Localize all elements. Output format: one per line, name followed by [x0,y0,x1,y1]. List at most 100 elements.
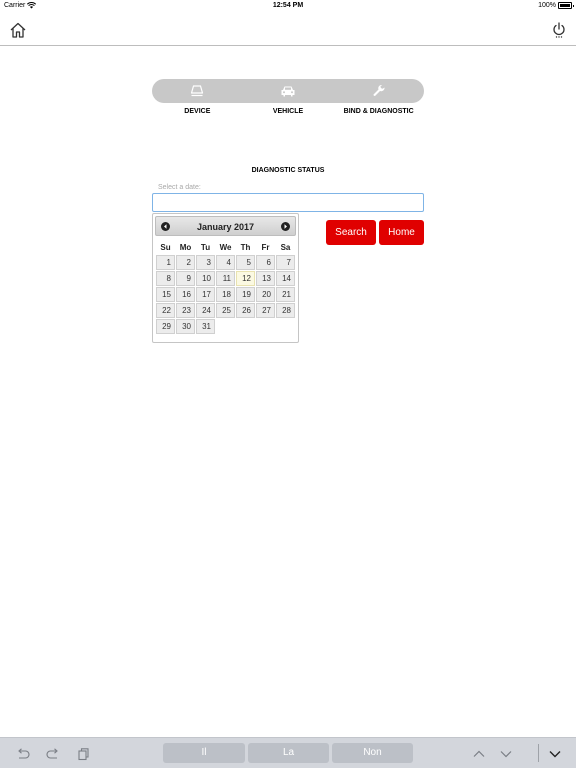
weekday-header: Su [160,242,171,252]
keyboard-assistant-bar: Il La Non [0,737,576,768]
day-cell[interactable]: 28 [276,303,295,318]
app-screen: Carrier 12:54 PM 100% DEVICE VEHICLE BIN… [0,0,576,768]
day-cell[interactable]: 16 [176,287,195,302]
day-cell[interactable]: 19 [236,287,255,302]
tab-bind-diagnostic[interactable] [333,79,424,103]
day-cell-today[interactable]: 12 [236,271,255,286]
day-cell-slot: 12 [236,271,255,286]
weekday-header: Sa [280,242,291,252]
day-cell[interactable]: 25 [216,303,235,318]
day-cell-slot: 27 [256,303,275,318]
day-cell-slot: 22 [156,303,175,318]
clock: 12:54 PM [272,2,304,9]
day-cell[interactable]: 1 [156,255,175,270]
chevron-up-icon[interactable] [472,747,486,761]
wrench-icon [373,84,385,97]
day-cell-slot: 15 [156,287,175,302]
day-cell-slot: 14 [276,271,295,286]
day-cell[interactable]: 7 [276,255,295,270]
day-cell-slot: 1 [156,255,175,270]
day-cell-slot: 11 [216,271,235,286]
dismiss-keyboard-icon[interactable] [548,747,562,761]
day-cell[interactable]: 3 [196,255,215,270]
day-cell[interactable]: 8 [156,271,175,286]
date-field-label: Select a date: [158,184,201,191]
day-cell-slot: 24 [196,303,215,318]
day-cell-slot: 17 [196,287,215,302]
day-cell-slot: 13 [256,271,275,286]
week-row: 8 9 10 11 12 13 14 [156,271,295,286]
tab-vehicle[interactable] [243,79,334,103]
day-cell[interactable]: 17 [196,287,215,302]
day-cell[interactable]: 21 [276,287,295,302]
day-cell[interactable]: 9 [176,271,195,286]
home-button[interactable]: Home [379,220,424,245]
weekday-header: Tu [200,242,211,252]
day-cell-slot: 20 [256,287,275,302]
day-cell[interactable]: 13 [256,271,275,286]
next-month-icon[interactable] [281,222,290,231]
tab-device-label[interactable]: DEVICE [152,108,243,115]
day-cell[interactable]: 4 [216,255,235,270]
day-cell[interactable]: 30 [176,319,195,334]
home-icon[interactable] [9,21,27,39]
day-cell-slot: 2 [176,255,195,270]
day-cell-slot: 25 [216,303,235,318]
day-cell[interactable]: 18 [216,287,235,302]
day-cell[interactable]: 10 [196,271,215,286]
car-icon [281,86,295,97]
day-cell-slot: 8 [156,271,175,286]
power-icon[interactable] [551,21,567,39]
empty-day-cell [236,319,255,334]
day-cell-slot: 21 [276,287,295,302]
day-cell-slot: 5 [236,255,255,270]
day-cell-slot: 3 [196,255,215,270]
day-cell[interactable]: 24 [196,303,215,318]
weekday-header: Fr [261,242,270,252]
day-cell[interactable]: 11 [216,271,235,286]
suggestion-3[interactable]: Non [332,743,413,763]
datepicker-grid: Su Mo Tu We Th Fr Sa 1 2 3 4 5 6 7 8 9 10 11 12 13 14… [155,239,296,335]
day-cell[interactable]: 29 [156,319,175,334]
chevron-down-icon[interactable] [499,747,513,761]
datepicker-month-year: January 2017 [196,222,255,232]
day-cell[interactable]: 27 [256,303,275,318]
battery-icon [558,2,574,9]
tab-device[interactable] [152,79,243,103]
tab-bar [152,79,424,103]
date-input[interactable] [152,193,424,212]
tab-bind-diagnostic-label[interactable]: BIND & DIAGNOSTIC [333,108,424,115]
day-cell[interactable]: 15 [156,287,175,302]
tab-labels: DEVICE VEHICLE BIND & DIAGNOSTIC [152,108,424,115]
week-row: 1234567 [156,255,295,270]
weekday-header: Mo [179,242,192,252]
day-cell[interactable]: 26 [236,303,255,318]
tab-vehicle-label[interactable]: VEHICLE [243,108,334,115]
day-cell[interactable]: 14 [276,271,295,286]
day-cell[interactable]: 23 [176,303,195,318]
week-row: 29 30 31 [156,319,295,334]
paste-icon[interactable] [76,747,90,761]
day-cell-slot: 19 [236,287,255,302]
section-title: DIAGNOSTIC STATUS [251,167,325,174]
day-cell-slot: 28 [276,303,295,318]
undo-icon[interactable] [16,747,30,761]
day-cell[interactable]: 5 [236,255,255,270]
day-cell[interactable]: 2 [176,255,195,270]
weekday-row: Su Mo Tu We Th Fr Sa [156,240,295,254]
day-cell[interactable]: 22 [156,303,175,318]
day-cell-slot: 30 [176,319,195,334]
weekday-header: We [219,242,232,252]
day-cell[interactable]: 6 [256,255,275,270]
day-cell[interactable]: 31 [196,319,215,334]
search-button[interactable]: Search [326,220,376,245]
top-nav-bar [0,12,576,46]
empty-day-cell [276,319,295,334]
suggestion-1[interactable]: Il [163,743,245,763]
redo-icon[interactable] [46,747,60,761]
day-cell-slot: 18 [216,287,235,302]
suggestion-2[interactable]: La [248,743,329,763]
day-cell[interactable]: 20 [256,287,275,302]
day-cell-slot [256,319,275,334]
status-bar: Carrier 12:54 PM 100% [0,0,576,12]
